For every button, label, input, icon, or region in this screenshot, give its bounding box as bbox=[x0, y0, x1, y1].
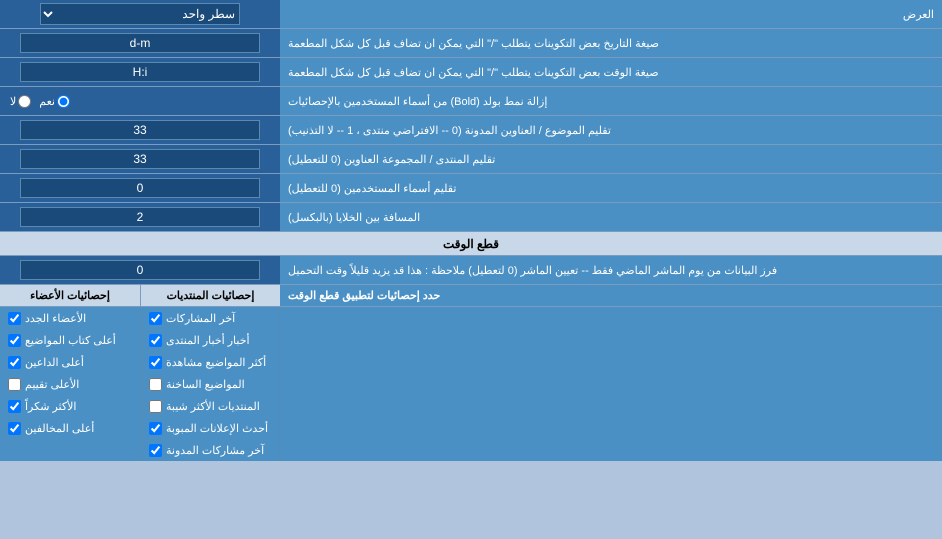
checkbox-item: المواضيع الساخنة bbox=[141, 373, 279, 395]
checkbox-item: أعلى المخالفين bbox=[0, 417, 140, 439]
checkbox-item: أعلى كتاب المواضيع bbox=[0, 329, 140, 351]
latest-classified-checkbox[interactable] bbox=[149, 422, 162, 435]
date-format-label: صيغة التاريخ بعض التكوينات يتطلب "/" الت… bbox=[280, 29, 942, 57]
radio-yes[interactable] bbox=[57, 95, 70, 108]
cell-spacing-input[interactable] bbox=[20, 207, 260, 227]
top-row: العرض سطر واحد سطران ثلاثة أسطر bbox=[0, 0, 942, 29]
radio-no[interactable] bbox=[18, 95, 31, 108]
time-format-input[interactable] bbox=[20, 62, 260, 82]
cutoff-section-header: قطع الوقت bbox=[0, 232, 942, 256]
top-topic-writers-checkbox[interactable] bbox=[8, 334, 21, 347]
checkbox-item: أخبار أخبار المنتدى bbox=[141, 329, 279, 351]
top-row-label: العرض bbox=[280, 4, 942, 25]
forum-news-checkbox[interactable] bbox=[149, 334, 162, 347]
date-format-input-container bbox=[0, 29, 280, 57]
cutoff-input-container bbox=[0, 256, 280, 284]
checkbox-section-label: حدد إحصائيات لتطبيق قطع الوقت bbox=[280, 285, 942, 306]
cell-spacing-label: المسافة بين الخلايا (بالبكسل) bbox=[280, 203, 942, 231]
top-rated-checkbox[interactable] bbox=[8, 378, 21, 391]
most-forums-checkbox[interactable] bbox=[149, 400, 162, 413]
last-posts-checkbox[interactable] bbox=[149, 312, 162, 325]
checkbox-body: آخر المشاركات أخبار أخبار المنتدى أكثر ا… bbox=[0, 307, 942, 461]
cutoff-label: فرز البيانات من يوم الماشر الماضي فقط --… bbox=[280, 256, 942, 284]
forum-group-input-container bbox=[0, 145, 280, 173]
cutoff-input[interactable] bbox=[20, 260, 260, 280]
new-members-checkbox[interactable] bbox=[8, 312, 21, 325]
bold-radio-label: إزالة نمط بولد (Bold) من أسماء المستخدمي… bbox=[280, 87, 942, 115]
cutoff-row: فرز البيانات من يوم الماشر الماضي فقط --… bbox=[0, 256, 942, 285]
hot-topics-checkbox[interactable] bbox=[149, 378, 162, 391]
time-format-input-container bbox=[0, 58, 280, 86]
forum-group-input[interactable] bbox=[20, 149, 260, 169]
top-violators-checkbox[interactable] bbox=[8, 422, 21, 435]
checkbox-item: المنتديات الأكثر شيبة bbox=[141, 395, 279, 417]
topics-per-forum-row: تقليم الموضوع / العناوين المدونة (0 -- ا… bbox=[0, 116, 942, 145]
time-format-label: صيغة الوقت بعض التكوينات يتطلب "/" التي … bbox=[280, 58, 942, 86]
date-format-row: صيغة التاريخ بعض التكوينات يتطلب "/" الت… bbox=[0, 29, 942, 58]
forum-stats-col: آخر المشاركات أخبار أخبار المنتدى أكثر ا… bbox=[140, 307, 280, 461]
time-format-row: صيغة الوقت بعض التكوينات يتطلب "/" التي … bbox=[0, 58, 942, 87]
usernames-input[interactable] bbox=[20, 178, 260, 198]
checkbox-item: أعلى الداعين bbox=[0, 351, 140, 373]
topics-per-forum-input-container bbox=[0, 116, 280, 144]
checkbox-item: الأعلى تقييم bbox=[0, 373, 140, 395]
usernames-input-container bbox=[0, 174, 280, 202]
checkbox-section-header: حدد إحصائيات لتطبيق قطع الوقت إحصائيات ا… bbox=[0, 285, 942, 307]
bold-radio-inputs: نعم لا bbox=[0, 87, 280, 115]
checkbox-item: آخر مشاركات المدونة bbox=[141, 439, 279, 461]
radio-no-label: لا bbox=[10, 95, 31, 108]
checkbox-item: أحدث الإعلانات المبوبة bbox=[141, 417, 279, 439]
forum-group-row: تقليم المنتدى / المجموعة العناوين (0 للت… bbox=[0, 145, 942, 174]
member-stats-col: الأعضاء الجدد أعلى كتاب المواضيع أعلى ال… bbox=[0, 307, 140, 461]
cell-spacing-row: المسافة بين الخلايا (بالبكسل) bbox=[0, 203, 942, 232]
col2-header: إحصائيات المنتديات bbox=[140, 285, 280, 306]
blog-posts-checkbox[interactable] bbox=[149, 444, 162, 457]
most-viewed-checkbox[interactable] bbox=[149, 356, 162, 369]
top-row-select-container: سطر واحد سطران ثلاثة أسطر bbox=[0, 0, 280, 28]
display-select[interactable]: سطر واحد سطران ثلاثة أسطر bbox=[40, 3, 240, 25]
col1-header: إحصائيات الأعضاء bbox=[0, 285, 140, 306]
topics-per-forum-label: تقليم الموضوع / العناوين المدونة (0 -- ا… bbox=[280, 116, 942, 144]
checkbox-item: الأكثر شكراً bbox=[0, 395, 140, 417]
forum-group-label: تقليم المنتدى / المجموعة العناوين (0 للت… bbox=[280, 145, 942, 173]
date-format-input[interactable] bbox=[20, 33, 260, 53]
topics-per-forum-input[interactable] bbox=[20, 120, 260, 140]
checkbox-item: الأعضاء الجدد bbox=[0, 307, 140, 329]
usernames-label: تقليم أسماء المستخدمين (0 للتعطيل) bbox=[280, 174, 942, 202]
usernames-row: تقليم أسماء المستخدمين (0 للتعطيل) bbox=[0, 174, 942, 203]
checkbox-item: آخر المشاركات bbox=[141, 307, 279, 329]
checkbox-left-space bbox=[280, 307, 942, 461]
most-thanked-checkbox[interactable] bbox=[8, 400, 21, 413]
top-inviters-checkbox[interactable] bbox=[8, 356, 21, 369]
cell-spacing-input-container bbox=[0, 203, 280, 231]
radio-yes-label: نعم bbox=[39, 95, 70, 108]
checkbox-item: أكثر المواضيع مشاهدة bbox=[141, 351, 279, 373]
bold-radio-row: إزالة نمط بولد (Bold) من أسماء المستخدمي… bbox=[0, 87, 942, 116]
